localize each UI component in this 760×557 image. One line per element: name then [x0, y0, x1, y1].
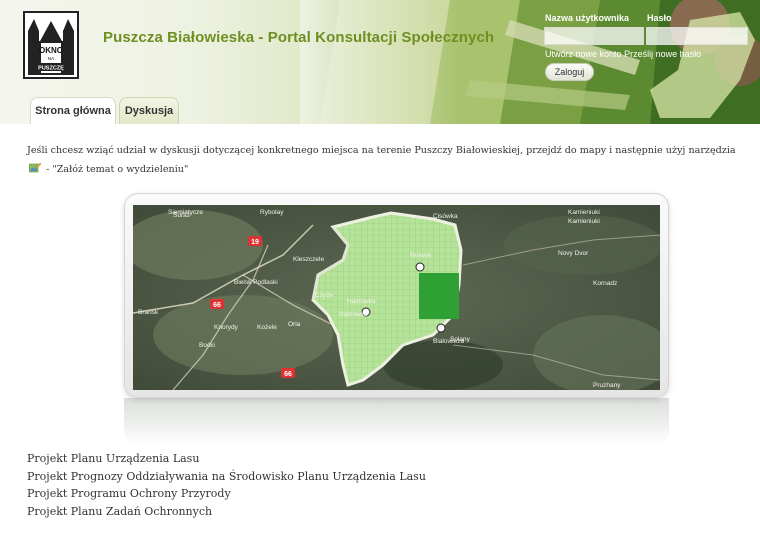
svg-text:Knorydy: Knorydy [214, 324, 239, 331]
svg-text:Novy Dvor: Novy Dvor [558, 250, 589, 257]
svg-text:Pruzhany: Pruzhany [593, 382, 621, 389]
svg-text:Kamieniuki: Kamieniuki [568, 218, 600, 225]
map-reflection [124, 398, 669, 446]
username-input[interactable] [544, 27, 644, 45]
site-header: OKNO NA PUSZCZĘ Puszcza Białowieska - Po… [0, 0, 760, 124]
svg-text:Cisówka: Cisówka [433, 213, 458, 220]
site-logo[interactable]: OKNO NA PUSZCZĘ [23, 11, 79, 79]
svg-text:Kożele: Kożele [257, 324, 277, 331]
header-aerial-photo [300, 0, 760, 124]
svg-text:66: 66 [284, 371, 292, 378]
intro-text: Jeśli chcesz wziąć udział w dyskusji dot… [27, 141, 752, 179]
link-environmental-forecast[interactable]: Projekt Prognozy Oddziaływania na Środow… [27, 468, 426, 486]
satellite-map: 19 66 66 Siemiatycze Suraż Rybołay Klesz… [133, 205, 660, 390]
svg-text:Kleszczele: Kleszczele [293, 256, 324, 263]
map-edit-icon [29, 162, 41, 173]
svg-text:Solany: Solany [450, 336, 471, 343]
site-title: Puszcza Białowieska - Portal Konsultacji… [103, 29, 495, 46]
login-links: Utwórz nowe konto Prześlij nowe hasło [545, 49, 701, 59]
svg-text:Boćki: Boćki [199, 342, 215, 349]
svg-text:Browsk: Browsk [410, 252, 432, 259]
svg-text:19: 19 [251, 239, 259, 246]
svg-text:PUSZCZĘ: PUSZCZĘ [38, 66, 64, 72]
svg-text:Kornadz: Kornadz [593, 280, 617, 287]
svg-text:Orla: Orla [288, 321, 301, 328]
password-label: Hasło [647, 13, 672, 23]
link-protection-tasks-plan[interactable]: Projekt Planu Zadań Ochronnych [27, 503, 426, 521]
link-nature-protection-program[interactable]: Projekt Programu Ochrony Przyrody [27, 485, 426, 503]
forest-map[interactable]: 19 66 66 Siemiatycze Suraż Rybołay Klesz… [133, 205, 660, 390]
link-forest-plan[interactable]: Projekt Planu Urządzenia Lasu [27, 450, 426, 468]
svg-text:Czyże: Czyże [315, 292, 333, 299]
send-password-link[interactable]: Prześlij nowe hasło [624, 49, 701, 59]
svg-text:Rybołay: Rybołay [260, 209, 284, 216]
tab-discussion[interactable]: Dyskusja [119, 97, 179, 124]
svg-text:Brańsk: Brańsk [138, 309, 159, 316]
logo-tree-icon: OKNO NA PUSZCZĘ [25, 13, 77, 77]
svg-text:Hajnówka: Hajnówka [347, 298, 376, 305]
svg-text:Bielsk Podlaski: Bielsk Podlaski [234, 279, 278, 286]
svg-text:NA: NA [48, 56, 54, 61]
svg-text:Suraż: Suraż [173, 212, 190, 219]
password-input[interactable] [646, 27, 748, 45]
svg-text:Hajnówka: Hajnówka [339, 311, 368, 318]
username-label: Nazwa użytkownika [545, 13, 630, 23]
create-account-link[interactable]: Utwórz nowe konto [545, 49, 622, 59]
tab-home[interactable]: Strona główna [30, 97, 116, 124]
login-button[interactable]: Zaloguj [545, 63, 594, 81]
svg-text:Kamieniuki: Kamieniuki [568, 209, 600, 216]
intro-text-part2: - "Załóż temat o wydzieleniu" [46, 164, 189, 175]
document-links: Projekt Planu Urządzenia Lasu Projekt Pr… [27, 450, 426, 521]
svg-text:OKNO: OKNO [39, 46, 63, 55]
intro-text-part1: Jeśli chcesz wziąć udział w dyskusji dot… [27, 145, 736, 156]
svg-text:66: 66 [213, 302, 221, 309]
